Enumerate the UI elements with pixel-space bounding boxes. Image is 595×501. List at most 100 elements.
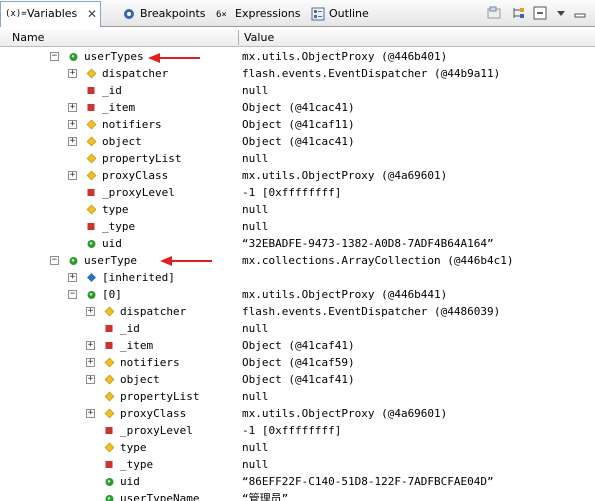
inherited-icon [87, 273, 96, 282]
tree-row[interactable]: + object Object (@41cac41) [0, 133, 595, 150]
variable-value: -1 [0xffffffff] [242, 424, 342, 437]
expand-icon[interactable]: + [68, 120, 77, 129]
column-name-header[interactable]: Name [12, 29, 44, 46]
tree-row[interactable]: + [inherited] [0, 269, 595, 286]
tree-row[interactable]: _proxyLevel -1 [0xffffffff] [0, 184, 595, 201]
variable-value: Object (@41cac41) [242, 101, 355, 114]
variable-value: Object (@41caf41) [242, 339, 355, 352]
tab-expressions[interactable]: 6× Expressions [216, 2, 308, 26]
public-field-icon [105, 478, 114, 486]
protected-field-icon [86, 68, 97, 79]
public-field-icon [69, 257, 78, 265]
tree-row[interactable]: _type null [0, 218, 595, 235]
annotation-arrow [148, 53, 200, 63]
tree-row[interactable]: + dispatcher flash.events.EventDispatcher … [0, 303, 595, 320]
tree-row[interactable]: type null [0, 201, 595, 218]
expressions-icon: 6× [216, 10, 227, 20]
expand-icon[interactable]: + [68, 137, 77, 146]
variable-value: flash.events.EventDispatcher (@4486039) [242, 305, 501, 318]
variable-name: [inherited] [102, 271, 175, 284]
variable-name: propertyList [102, 152, 182, 165]
protected-field-icon [86, 170, 97, 181]
tree-row[interactable]: + notifiers Object (@41caf11) [0, 116, 595, 133]
expand-icon[interactable]: + [68, 273, 77, 282]
variable-value: Object (@41cac41) [242, 135, 355, 148]
tab-variables-label: Variables [27, 7, 78, 20]
variable-value: Object (@41caf11) [242, 118, 355, 131]
breakpoints-icon [124, 9, 134, 19]
tab-expressions-label: Expressions [235, 7, 301, 20]
variable-value: “86EFF22F-C140-51D8-122F-7ADFBCFAE04D” [242, 475, 494, 488]
expand-icon[interactable]: + [68, 103, 77, 112]
tree-row[interactable]: propertyList null [0, 388, 595, 405]
tree-row[interactable]: − userTypes mx.utils.ObjectProxy (@446b401… [0, 48, 595, 65]
variable-name: _proxyLevel [102, 186, 175, 199]
tree-row[interactable]: − [0] mx.utils.ObjectProxy (@446b441) [0, 286, 595, 303]
variable-value: null [242, 390, 269, 403]
tree-row[interactable]: + _item Object (@41cac41) [0, 99, 595, 116]
collapse-all-icon[interactable] [532, 5, 548, 21]
tree-row[interactable]: _type null [0, 456, 595, 473]
tree-row[interactable]: + proxyClass mx.utils.ObjectProxy (@4a6960… [0, 167, 595, 184]
variable-name: _id [102, 84, 122, 97]
expand-icon[interactable]: + [86, 307, 95, 316]
tab-variables[interactable]: (x)= Variables ✕ [0, 1, 101, 27]
show-type-names-icon[interactable] [486, 5, 502, 21]
tree-row[interactable]: _id null [0, 82, 595, 99]
variable-name: dispatcher [102, 67, 169, 80]
expand-icon[interactable]: + [68, 69, 77, 78]
variable-name: _type [120, 458, 154, 471]
collapse-icon[interactable]: − [50, 256, 59, 265]
variable-value: mx.utils.ObjectProxy (@446b441) [242, 288, 448, 301]
tree-row[interactable]: uid “86EFF22F-C140-51D8-122F-7ADFBCFAE04D… [0, 473, 595, 490]
protected-field-icon [104, 357, 115, 368]
protected-field-icon [104, 306, 115, 317]
variable-name: _item [102, 101, 136, 114]
tree-row[interactable]: + notifiers Object (@41caf59) [0, 354, 595, 371]
view-menu-icon[interactable] [553, 5, 569, 21]
expand-icon[interactable]: + [86, 341, 95, 350]
tree-row[interactable]: type null [0, 439, 595, 456]
tab-outline[interactable]: Outline [311, 2, 381, 26]
tree-row[interactable]: + _item Object (@41caf41) [0, 337, 595, 354]
tree-row[interactable]: + proxyClass mx.utils.ObjectProxy (@4a6960… [0, 405, 595, 422]
tree-row[interactable]: uid “32EBADFE-9473-1382-A0D8-7ADF4B64A164… [0, 235, 595, 252]
variable-value: null [242, 441, 269, 454]
tab-breakpoints-label: Breakpoints [140, 7, 206, 20]
variables-tree: − userTypes mx.utils.ObjectProxy (@446b401… [0, 48, 595, 501]
collapse-icon[interactable]: − [68, 290, 77, 299]
tree-row[interactable]: _id null [0, 320, 595, 337]
tree-row[interactable]: _proxyLevel -1 [0xffffffff] [0, 422, 595, 439]
expand-icon[interactable]: + [86, 358, 95, 367]
tree-row[interactable]: propertyList null [0, 150, 595, 167]
view-tab-bar: (x)= Variables ✕ Breakpoints 6× Expressi… [0, 0, 595, 27]
column-divider[interactable] [238, 30, 239, 45]
protected-field-icon [104, 442, 115, 453]
private-field-icon [105, 325, 113, 332]
private-field-icon [105, 427, 113, 434]
tree-row[interactable]: + object Object (@41caf41) [0, 371, 595, 388]
tab-breakpoints[interactable]: Breakpoints [122, 2, 214, 26]
show-logical-structure-icon[interactable] [510, 5, 526, 21]
expand-icon[interactable]: + [68, 171, 77, 180]
private-field-icon [87, 189, 95, 196]
variable-name: _item [120, 339, 154, 352]
protected-field-icon [86, 204, 97, 215]
protected-field-icon [86, 153, 97, 164]
tree-row[interactable]: − userType mx.collections.ArrayCollection … [0, 252, 595, 269]
variable-value: Object (@41caf41) [242, 373, 355, 386]
variable-value: null [242, 152, 269, 165]
collapse-icon[interactable]: − [50, 52, 59, 61]
tree-row[interactable]: userTypeName “管理员” [0, 490, 595, 501]
private-field-icon [87, 104, 95, 111]
minimize-icon[interactable] [572, 5, 588, 21]
tree-row[interactable]: + dispatcher flash.events.EventDispatcher … [0, 65, 595, 82]
private-field-icon [105, 342, 113, 349]
variable-name: type [102, 203, 129, 216]
column-value-header[interactable]: Value [244, 29, 274, 46]
close-icon[interactable]: ✕ [87, 3, 97, 25]
public-field-icon [87, 240, 96, 248]
expand-icon[interactable]: + [86, 375, 95, 384]
variable-value: mx.utils.ObjectProxy (@4a69601) [242, 407, 448, 420]
expand-icon[interactable]: + [86, 409, 95, 418]
